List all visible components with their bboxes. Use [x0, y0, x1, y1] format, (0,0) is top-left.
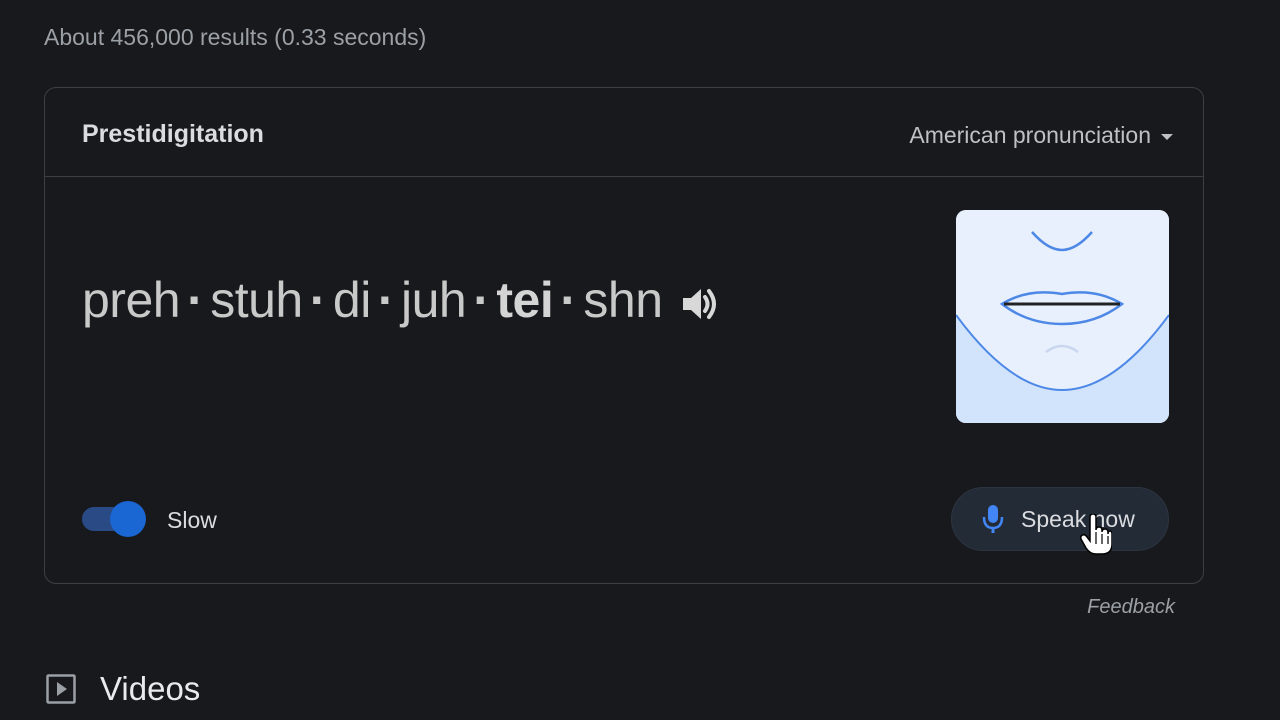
play-icon	[46, 674, 76, 704]
syllable: di	[332, 272, 371, 328]
syllable: stuh	[210, 272, 303, 328]
slow-label: Slow	[167, 507, 217, 533]
card-header: Prestidigitation American pronunciation	[45, 88, 1203, 177]
syllable-separator: ·	[309, 272, 327, 328]
word-title: Prestidigitation	[82, 120, 264, 148]
accent-dropdown[interactable]: American pronunciation	[909, 122, 1173, 149]
pronunciation-card: Prestidigitation American pronunciation …	[44, 87, 1204, 584]
accent-label: American pronunciation	[909, 122, 1151, 148]
syllable-separator: ·	[187, 272, 204, 328]
phonetic-spelling: preh · stuh · di · juh · tei · shn	[82, 271, 721, 329]
speaker-icon[interactable]	[679, 279, 721, 321]
feedback-link[interactable]: Feedback	[1087, 596, 1175, 619]
dropdown-caret-icon	[1161, 133, 1173, 140]
stressed-syllable: tei	[496, 272, 554, 328]
results-stats: About 456,000 results (0.33 seconds)	[44, 24, 427, 50]
syllable-separator: ·	[377, 272, 395, 328]
slow-toggle[interactable]	[82, 501, 146, 537]
videos-section-header[interactable]: Videos	[46, 670, 200, 708]
speak-now-label: Speak now	[1021, 505, 1135, 532]
toggle-knob	[110, 501, 146, 537]
syllable: juh	[400, 272, 467, 328]
speak-now-button[interactable]: Speak now	[951, 487, 1169, 551]
syllable-separator: ·	[560, 272, 577, 328]
syllable: shn	[583, 272, 663, 328]
microphone-icon	[982, 505, 1004, 533]
videos-title: Videos	[100, 670, 201, 707]
syllable-separator: ·	[473, 272, 490, 328]
hand-cursor-icon	[1080, 514, 1112, 555]
mouth-illustration	[956, 210, 1169, 423]
syllable: preh	[82, 272, 181, 328]
